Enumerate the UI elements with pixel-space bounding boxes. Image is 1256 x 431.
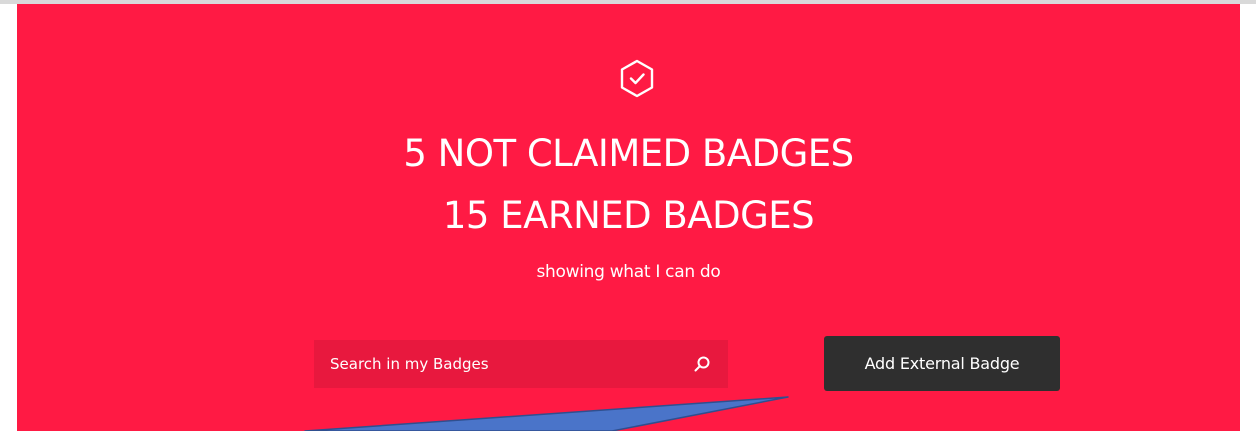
page: 5 NOT CLAIMED BADGES 15 EARNED BADGES sh… <box>0 0 1256 431</box>
callout-pointer-shape <box>304 396 789 431</box>
annotation-callout-arrow <box>304 396 789 431</box>
